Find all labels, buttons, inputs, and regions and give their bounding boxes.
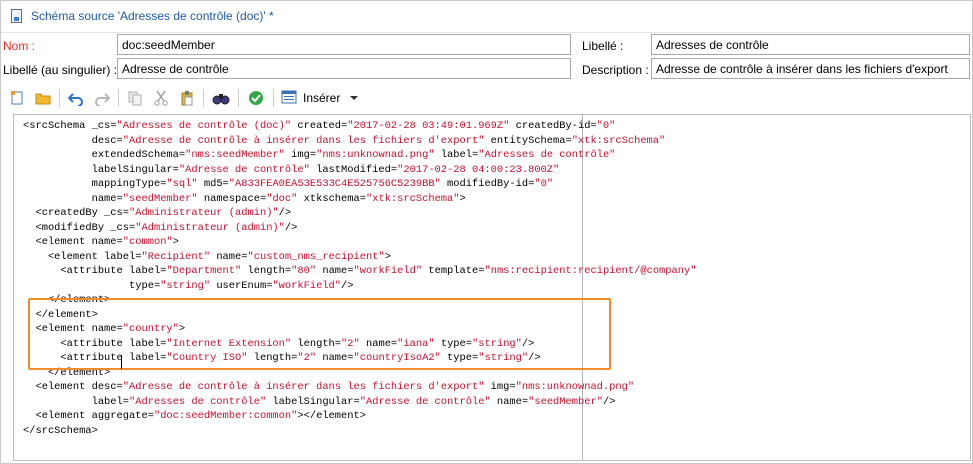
code-line: <element desc="Adresse de contrôle à ins…	[23, 381, 635, 393]
schema-document-icon	[11, 9, 22, 23]
code-line: <element label="Recipient" name="custom_…	[23, 250, 391, 263]
code-line: labelSingular="Adresse de contrôle" last…	[23, 163, 560, 176]
check-icon[interactable]	[247, 89, 265, 107]
xml-code-editor[interactable]: <srcSchema _cs="Adresses de contrôle (do…	[13, 114, 971, 461]
undo-icon[interactable]	[67, 89, 85, 107]
toolbar-separator	[273, 89, 274, 107]
find-icon[interactable]	[212, 89, 230, 107]
name-field[interactable]: doc:seedMember	[117, 34, 571, 55]
code-line: mappingType="sql" md5="A833FEA0EA53E533C…	[23, 178, 554, 190]
xml-source-text: <srcSchema _cs="Adresses de contrôle (do…	[23, 119, 696, 438]
singular-label: Libellé (au singulier) :	[3, 63, 118, 77]
code-line: </element>	[23, 366, 111, 379]
code-line: </element>	[23, 308, 98, 321]
schema-editor-window: Schéma source 'Adresses de contrôle (doc…	[0, 0, 973, 464]
name-label: Nom :	[3, 39, 36, 53]
paste-icon[interactable]	[178, 89, 196, 107]
chevron-down-icon	[350, 96, 359, 100]
copy-icon[interactable]	[126, 89, 144, 107]
label-label: Libellé :	[582, 39, 624, 53]
code-line: <attribute label="Country ISO" length="2…	[23, 352, 541, 364]
code-line: name="seedMember" namespace="doc" xtksch…	[23, 192, 466, 205]
code-line: </srcSchema>	[23, 424, 98, 437]
editor-toolbar: Insérer	[1, 85, 972, 111]
cut-icon[interactable]	[152, 89, 170, 107]
toolbar-separator	[59, 89, 60, 107]
label-field[interactable]: Adresses de contrôle	[651, 34, 970, 55]
code-line: </element>	[23, 294, 111, 306]
open-icon[interactable]	[34, 89, 52, 107]
code-line: <element name="common">	[23, 236, 179, 248]
code-line: <modifiedBy _cs="Administrateur (admin)"…	[23, 221, 298, 234]
code-line: desc="Adresse de contrôle à insérer dans…	[23, 134, 666, 147]
code-line: <createdBy _cs="Administrateur (admin)"/…	[23, 207, 292, 219]
code-line: <attribute label="Internet Extension" le…	[23, 337, 535, 350]
code-line: <attribute label="Department" length="80…	[23, 265, 697, 277]
title-bar: Schéma source 'Adresses de contrôle (doc…	[1, 1, 972, 33]
insert-label: Insérer	[303, 91, 341, 105]
description-field[interactable]: Adresse de contrôle à insérer dans les f…	[651, 58, 970, 79]
code-line: label="Adresses de contrôle" labelSingul…	[23, 395, 616, 408]
toolbar-separator	[238, 89, 239, 107]
code-line: <element aggregate="doc:seedMember:commo…	[23, 410, 366, 422]
insert-icon	[281, 89, 297, 108]
new-icon[interactable]	[8, 89, 26, 107]
toolbar-separator	[118, 89, 119, 107]
code-line: <srcSchema _cs="Adresses de contrôle (do…	[23, 120, 616, 132]
description-label: Description :	[582, 63, 649, 77]
text-cursor	[121, 355, 122, 369]
toolbar-separator	[203, 89, 204, 107]
code-line: extendedSchema="nms:seedMember" img="nms…	[23, 149, 616, 161]
insert-menu-button[interactable]: Insérer	[281, 89, 359, 108]
redo-icon[interactable]	[93, 89, 111, 107]
code-line: type="string" userEnum="workField"/>	[23, 279, 354, 292]
code-line: <element name="country">	[23, 323, 186, 335]
singular-field[interactable]: Adresse de contrôle	[117, 58, 571, 79]
window-title: Schéma source 'Adresses de contrôle (doc…	[31, 9, 274, 23]
